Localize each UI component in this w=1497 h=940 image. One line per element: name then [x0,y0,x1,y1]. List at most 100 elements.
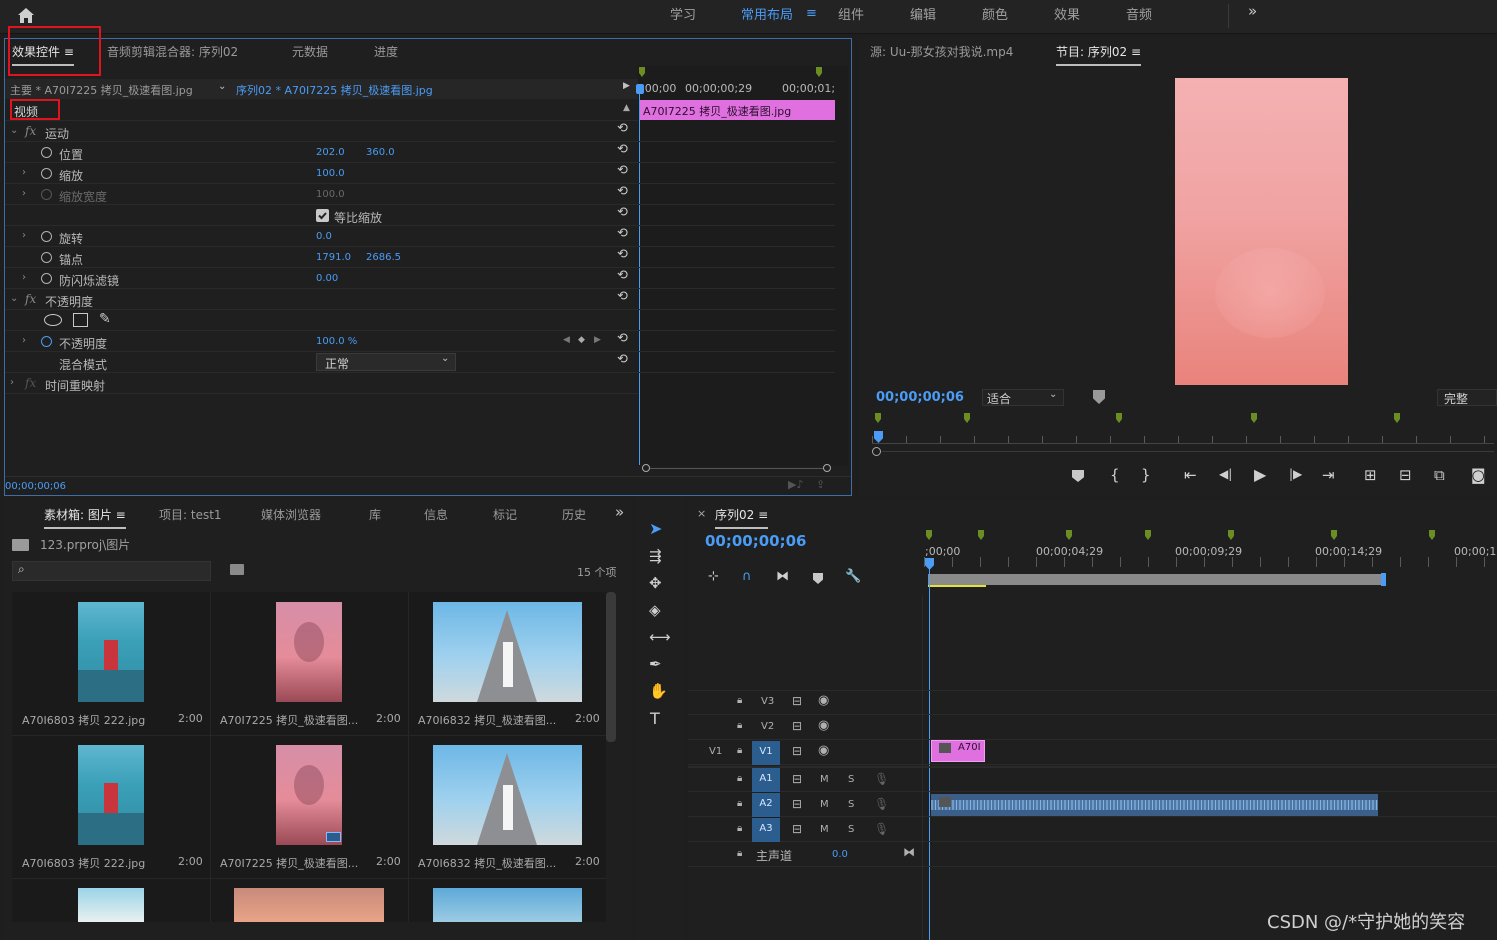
bin-item-name[interactable]: A70I6803 拷贝 222.jpg [22,855,145,871]
reset-icon[interactable]: ⟲ [617,289,628,304]
tab-audio-clip-mixer[interactable]: 音频剪辑混合器: 序列02 [107,43,238,60]
mute-button[interactable]: M [820,774,829,785]
eye-icon[interactable]: ◉ [818,743,829,758]
solo-button[interactable]: S [848,799,854,810]
chevron-right-icon[interactable]: › [10,377,14,388]
timeline-ruler[interactable] [924,557,1497,567]
tab-sequence[interactable]: 序列02 ≡ [715,506,769,529]
reset-icon[interactable]: ⟲ [617,163,628,178]
more-workspaces-button[interactable]: » [1248,2,1257,20]
thumbnail-wedding[interactable] [433,745,582,845]
more-panels-button[interactable]: » [615,503,624,521]
track-select-tool-icon[interactable]: ⇶ [649,547,662,565]
chevron-right-icon[interactable]: › [22,188,26,199]
thumbnail-glass[interactable] [433,888,582,922]
microphone-icon[interactable]: 🎙︎ [874,797,889,811]
lift-icon[interactable]: ⊞ [1364,466,1377,484]
reset-icon[interactable]: ⟲ [617,184,628,199]
fx-icon[interactable]: fx [25,376,36,390]
chevron-right-icon[interactable]: › [22,272,26,283]
sequence-clip-label[interactable]: 序列02 * A70I7225 拷贝_极速看图.jpg [236,82,433,98]
workspace-default[interactable]: 常用布局 [741,4,793,23]
ec-footer-timecode[interactable]: 00;00;00;06 [5,481,66,492]
tab-program-monitor[interactable]: 节目: 序列02 ≡ [1056,43,1142,66]
thumbnail-beach[interactable] [78,888,144,922]
thumbnail-pink[interactable] [276,602,342,702]
fx-icon[interactable]: fx [25,292,36,306]
tab-markers[interactable]: 标记 [493,506,517,523]
track-target-v1[interactable]: V1 [752,741,780,765]
tab-media-browser[interactable]: 媒体浏览器 [261,506,321,523]
ripple-edit-tool-icon[interactable]: ✥ [649,574,662,592]
ellipse-mask-icon[interactable] [44,314,62,326]
program-timecode[interactable]: 00;00;00;06 [876,390,964,405]
workspace-effects[interactable]: 效果 [1054,4,1080,23]
stopwatch-icon[interactable] [41,231,52,242]
tab-info[interactable]: 信息 [424,506,448,523]
chevron-down-icon[interactable]: ⌄ [10,125,18,136]
bin-scrollbar[interactable] [606,592,616,742]
chevron-down-icon[interactable]: ⌄ [218,81,226,92]
solo-button[interactable]: S [848,774,854,785]
chevron-right-icon[interactable]: › [22,230,26,241]
lock-icon[interactable]: 🔒︎ [737,745,742,756]
solo-button[interactable]: S [848,824,854,835]
timeline-timecode[interactable]: 00;00;00;06 [705,532,807,550]
mark-in-icon[interactable]: { [1110,466,1120,484]
ec-playhead[interactable] [639,85,640,465]
stopwatch-icon[interactable] [41,147,52,158]
lock-icon[interactable]: 🔒︎ [737,720,742,731]
nest-toggle-icon[interactable]: ⊹ [708,569,719,584]
sync-lock-icon[interactable]: ⊟ [792,772,802,786]
track-target-a1[interactable]: A1 [752,768,780,792]
step-back-icon[interactable]: ◀| [1219,467,1232,481]
flicker-value[interactable]: 0.00 [316,273,338,284]
work-area-bar[interactable] [928,574,1385,585]
stopwatch-icon[interactable] [41,273,52,284]
tab-bin-images[interactable]: 素材箱: 图片 ≡ [44,506,126,529]
sync-lock-icon[interactable]: ⊟ [792,744,802,758]
lock-icon[interactable]: 🔒︎ [737,798,742,809]
workspace-editing[interactable]: 编辑 [910,4,936,23]
bin-item-name[interactable]: A70I6803 拷贝 222.jpg [22,712,145,728]
tab-progress[interactable]: 进度 [374,43,398,60]
program-video-frame[interactable] [1175,78,1348,385]
workspace-assembly[interactable]: 组件 [838,4,864,23]
reset-icon[interactable]: ⟲ [617,142,628,157]
thumbnail-sunset[interactable] [234,888,384,922]
anchor-x-value[interactable]: 1791.0 [316,252,351,263]
track-target-a3[interactable]: A3 [752,818,780,842]
scale-value[interactable]: 100.0 [316,168,345,179]
opacity-value[interactable]: 100.0 % [316,336,357,347]
lock-icon[interactable]: 🔒︎ [737,695,742,706]
reset-icon[interactable]: ⟲ [617,268,628,283]
add-keyframe-icon[interactable]: ◆ [578,335,585,345]
export-icon[interactable]: ⇪ [816,478,825,491]
stopwatch-icon[interactable] [41,168,52,179]
chevron-right-icon[interactable]: › [22,335,26,346]
work-area-end-handle[interactable] [1381,573,1386,586]
collapse-up-icon[interactable]: ▲ [623,103,630,113]
extract-icon[interactable]: ⊟ [1399,466,1412,484]
tab-metadata[interactable]: 元数据 [292,43,328,60]
step-forward-icon[interactable]: |▶ [1289,467,1302,481]
mute-button[interactable]: M [820,824,829,835]
lock-icon[interactable]: 🔒︎ [737,823,742,834]
hand-tool-icon[interactable]: ✋ [649,682,668,700]
bin-item-name[interactable]: A70I7225 拷贝_极速看图... [220,712,358,728]
sync-lock-icon[interactable]: ⊟ [792,694,802,708]
thumbnail-sea[interactable] [78,602,144,702]
microphone-icon[interactable]: 🎙︎ [874,822,889,836]
chevron-down-icon[interactable]: ⌄ [10,293,18,304]
position-y-value[interactable]: 360.0 [366,147,395,158]
reset-icon[interactable]: ⟲ [617,121,628,136]
bin-item-name[interactable]: A70I7225 拷贝_极速看图... [220,855,358,871]
program-ruler[interactable] [872,436,1494,444]
audio-clip[interactable] [931,794,1378,816]
workspace-audio[interactable]: 音频 [1126,4,1152,23]
stopwatch-active-icon[interactable] [41,336,52,347]
reset-icon[interactable]: ⟲ [617,247,628,262]
go-to-in-icon[interactable]: ⇤ [1184,466,1197,484]
mute-button[interactable]: M [820,799,829,810]
go-to-end-icon[interactable]: ⧓ [903,845,915,859]
